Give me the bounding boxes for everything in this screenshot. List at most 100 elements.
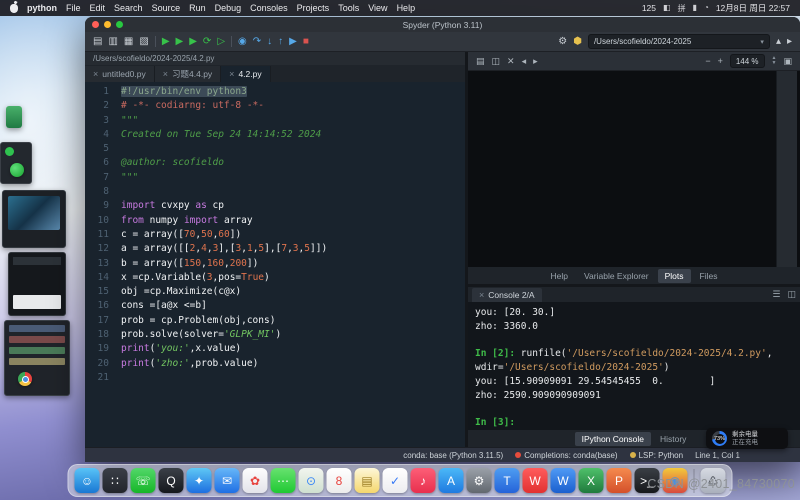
minimized-window-thumbnail[interactable] <box>8 252 66 316</box>
dock-powerpoint[interactable]: P <box>607 468 632 493</box>
dock-safari[interactable]: ✦ <box>187 468 212 493</box>
parent-directory-icon[interactable]: ▸ <box>787 37 792 47</box>
run-cell-advance-icon[interactable]: ▶ <box>189 37 197 47</box>
dock-launchpad[interactable]: ∷ <box>103 468 128 493</box>
dock-wps[interactable]: W <box>523 468 548 493</box>
browse-directory-icon[interactable]: ▴ <box>776 37 781 47</box>
dock-wechat[interactable]: ☏ <box>131 468 156 493</box>
menu-tools[interactable]: Tools <box>338 3 359 13</box>
menu-edit[interactable]: Edit <box>90 3 106 13</box>
dock-mail[interactable]: ✉ <box>215 468 240 493</box>
stop-icon[interactable]: ■ <box>303 37 309 47</box>
save-plot-icon[interactable]: ▤ <box>476 57 485 66</box>
dock-excel[interactable]: X <box>579 468 604 493</box>
menu-file[interactable]: File <box>66 3 81 13</box>
code-line: @author: scofieldo <box>121 156 465 170</box>
dock-app-store[interactable]: A <box>439 468 464 493</box>
dock-reminders[interactable]: ✓ <box>383 468 408 493</box>
close-icon[interactable]: × <box>163 69 168 79</box>
console-tab[interactable]: × Console 2/A <box>472 288 542 302</box>
zoom-in-icon[interactable]: + <box>718 57 723 66</box>
minimize-button[interactable] <box>104 21 111 28</box>
zoom-spinner[interactable]: ▲▼ <box>772 56 777 66</box>
control-center-icon[interactable]: ◔ <box>704 3 709 14</box>
previous-plot-icon[interactable]: ◂ <box>522 57 527 66</box>
console-split-icon[interactable]: ◫ <box>787 290 796 299</box>
pane-tab-help[interactable]: Help <box>544 269 575 283</box>
editor-tab-习题4.4.py[interactable]: ×习题4.4.py <box>155 66 221 82</box>
close-button[interactable] <box>92 21 99 28</box>
pane-tab-files[interactable]: Files <box>693 269 725 283</box>
close-icon[interactable]: × <box>229 69 234 79</box>
console-tab-history[interactable]: History <box>653 432 693 446</box>
code-area[interactable]: 123456789101112131415161718192021 #!/usr… <box>85 82 465 447</box>
new-file-icon[interactable]: ▤ <box>93 37 102 47</box>
dock-messages[interactable]: ⋯ <box>271 468 296 493</box>
save-icon[interactable]: ▦ <box>124 37 133 47</box>
battery-icon[interactable]: ▮ <box>693 3 697 14</box>
dock-qq[interactable]: Q <box>159 468 184 493</box>
dock-maps[interactable]: ⊙ <box>299 468 324 493</box>
step-icon[interactable]: ↷ <box>253 37 261 47</box>
chrome-badge-icon[interactable] <box>18 372 32 386</box>
rerun-cell-icon[interactable]: ⟳ <box>203 37 211 47</box>
dock-photos[interactable]: ✿ <box>243 468 268 493</box>
working-directory-selector[interactable]: /Users/scofieldo/2024-2025 ▾ <box>588 34 770 49</box>
debug-continue-icon[interactable]: ▶ <box>289 37 297 47</box>
console-output[interactable]: you: [20. 30.]zho: 3360.0 In [2]: runfil… <box>468 302 800 430</box>
step-into-icon[interactable]: ↓ <box>267 37 272 47</box>
menu-debug[interactable]: Debug <box>215 3 242 13</box>
preferences-icon[interactable]: ⚙ <box>558 37 567 47</box>
watermark: CSDN @2401_84730070 <box>647 477 795 491</box>
titlebar[interactable]: Spyder (Python 3.11) <box>85 17 800 32</box>
fit-plot-icon[interactable]: ▣ <box>783 57 792 66</box>
close-icon[interactable]: × <box>93 69 98 79</box>
menu-consoles[interactable]: Consoles <box>250 3 288 13</box>
dock-word[interactable]: W <box>551 468 576 493</box>
minimized-window-thumbnail[interactable] <box>4 320 70 396</box>
dock-finder[interactable]: ☺ <box>75 468 100 493</box>
zoom-out-icon[interactable]: − <box>705 57 710 66</box>
debug-file-icon[interactable]: ◉ <box>238 37 247 47</box>
pythonpath-icon[interactable]: ⬢ <box>573 37 582 47</box>
battery-widget[interactable]: 73% 剩余电量 正在充电 <box>706 428 788 449</box>
dock-calendar[interactable]: 8 <box>327 468 352 493</box>
menu-projects[interactable]: Projects <box>297 3 330 13</box>
remove-plot-icon[interactable]: ✕ <box>507 57 515 66</box>
next-plot-icon[interactable]: ▸ <box>533 57 538 66</box>
run-file-icon[interactable]: ▶ <box>162 37 170 47</box>
close-icon[interactable]: × <box>479 290 484 300</box>
apple-logo-icon[interactable] <box>10 4 18 13</box>
step-return-icon[interactable]: ↑ <box>278 37 283 47</box>
zoom-button[interactable] <box>116 21 123 28</box>
console-tab-ipython-console[interactable]: IPython Console <box>575 432 651 446</box>
editor-tab-untitled0.py[interactable]: ×untitled0.py <box>85 66 155 82</box>
plots-thumbnail-list[interactable] <box>776 71 797 267</box>
menu-source[interactable]: Source <box>152 3 181 13</box>
menu-app-name[interactable]: python <box>27 3 57 13</box>
minimized-window-thumbnail[interactable] <box>6 106 22 128</box>
display-icon[interactable]: ◧ <box>663 3 671 14</box>
open-file-icon[interactable]: ▥ <box>108 37 117 47</box>
dock-music[interactable]: ♪ <box>411 468 436 493</box>
wechat-badge-icon[interactable] <box>10 163 24 177</box>
run-cell-icon[interactable]: ▶ <box>176 37 184 47</box>
console-options-icon[interactable]: ☰ <box>772 290 780 299</box>
menu-view[interactable]: View <box>368 3 387 13</box>
zoom-level[interactable]: 144 % <box>730 54 765 68</box>
menu-help[interactable]: Help <box>397 3 416 13</box>
menu-run[interactable]: Run <box>189 3 206 13</box>
dock-translate[interactable]: T <box>495 468 520 493</box>
menubar-clock[interactable]: 12月8日 周日 22:57 <box>716 2 790 14</box>
run-selection-icon[interactable]: ▷ <box>217 37 225 47</box>
minimized-window-thumbnail[interactable] <box>2 190 66 248</box>
copy-plot-icon[interactable]: ◫ <box>492 57 501 66</box>
editor-tab-4.2.py[interactable]: ×4.2.py <box>221 66 270 82</box>
dock-system-settings[interactable]: ⚙ <box>467 468 492 493</box>
pane-tab-plots[interactable]: Plots <box>658 269 691 283</box>
pane-tab-variable-explorer[interactable]: Variable Explorer <box>577 269 656 283</box>
input-method-icon[interactable]: 拼 <box>678 3 686 14</box>
menu-search[interactable]: Search <box>114 3 143 13</box>
dock-notes[interactable]: ▤ <box>355 468 380 493</box>
save-all-icon[interactable]: ▧ <box>139 37 148 47</box>
